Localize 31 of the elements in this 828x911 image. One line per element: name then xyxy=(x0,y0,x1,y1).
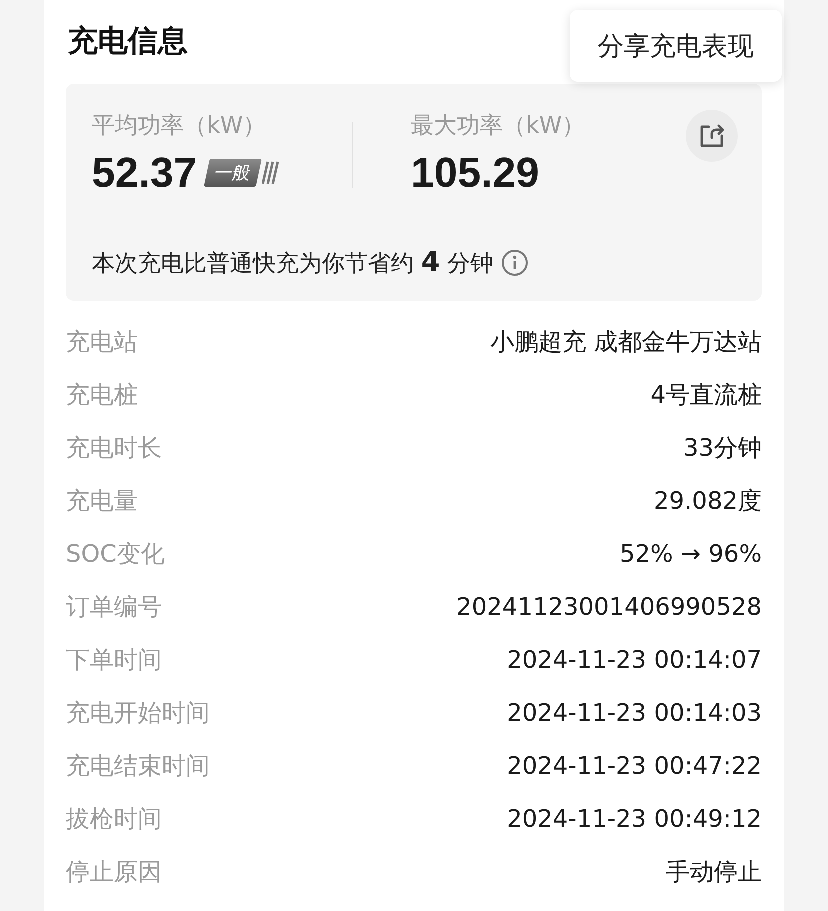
section-title: 充电信息 xyxy=(68,23,188,61)
info-icon[interactable] xyxy=(501,249,530,277)
detail-label: 充电开始时间 xyxy=(66,698,210,728)
stat-value: 105.29 xyxy=(411,149,540,197)
detail-label: 拔枪时间 xyxy=(66,804,162,834)
share-tooltip: 分享充电表现 xyxy=(570,10,782,82)
detail-value: 2024-11-23 00:49:12 xyxy=(507,804,762,832)
detail-label: 订单编号 xyxy=(66,592,162,622)
detail-label: 充电结束时间 xyxy=(66,750,210,782)
savings-text: 本次充电比普通快充为你节省约 4 分钟 xyxy=(92,247,494,279)
share-icon xyxy=(698,122,726,150)
detail-value: 手动停止 xyxy=(666,856,762,888)
detail-value: 20241123001406990528 xyxy=(456,592,762,620)
detail-value: 小鹏超充 成都金牛万达站 xyxy=(490,326,762,358)
detail-label: 停止原因 xyxy=(66,856,162,888)
detail-label: 下单时间 xyxy=(66,644,162,676)
stat-label: 最大功率（kW） xyxy=(411,112,586,141)
stat-label: 平均功率（kW） xyxy=(92,112,268,141)
detail-value: 2024-11-23 00:14:07 xyxy=(507,646,762,674)
detail-value: 33分钟 xyxy=(683,432,762,464)
detail-value: 2024-11-23 00:14:03 xyxy=(507,698,762,726)
detail-label: 充电桩 xyxy=(66,380,138,410)
detail-value: 2024-11-23 00:47:22 xyxy=(507,752,762,780)
detail-value: 29.082度 xyxy=(654,486,762,516)
detail-label: 充电时长 xyxy=(66,432,162,464)
detail-label: 充电量 xyxy=(66,486,138,516)
detail-label: 充电站 xyxy=(66,326,138,358)
stat-value: 52.37 xyxy=(92,149,198,197)
detail-value: 4号直流桩 xyxy=(650,380,762,410)
detail-value: 52% → 96% xyxy=(620,540,762,568)
detail-label: SOC变化 xyxy=(66,538,165,570)
